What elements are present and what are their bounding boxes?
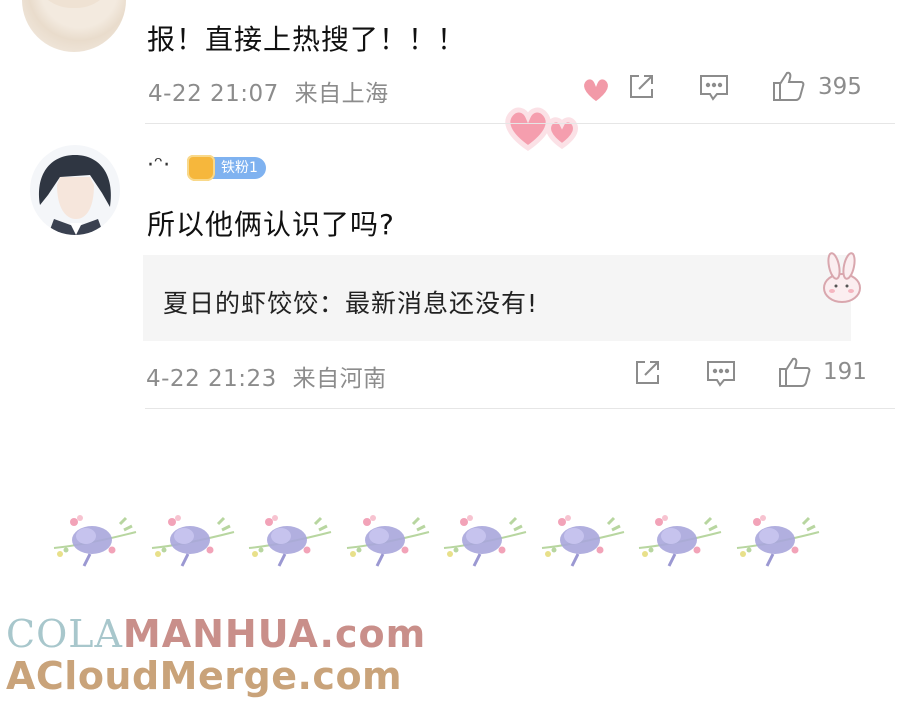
watermark-manhua: MANHUA.com [122, 612, 427, 656]
flower-divider-icon [245, 510, 335, 570]
commenter-avatar-1[interactable] [22, 0, 126, 52]
flower-divider-icon [50, 510, 140, 570]
comment-meta-2: 4-22 21:23 来自河南 [146, 359, 387, 393]
comment-text-1: 报！直接上热搜了！！！ [147, 23, 467, 56]
comment-location-2: 来自河南 [292, 366, 387, 392]
comment-time-2: 4-22 21:23 [146, 366, 277, 392]
flower-divider-icon [733, 510, 823, 570]
watermark-cola: COLA [6, 612, 123, 656]
reply-line: 夏日的虾饺饺：最新消息还没有! [163, 284, 538, 320]
comment-divider [145, 408, 895, 409]
share-icon[interactable] [626, 72, 656, 102]
flower-divider-icon [343, 510, 433, 570]
comment-text-2: 所以他俩认识了吗? [147, 208, 395, 241]
flower-divider-icon [148, 510, 238, 570]
like-icon[interactable] [771, 69, 807, 103]
watermark-line-1: COLAMANHUA.com [6, 612, 426, 656]
comment-time-1: 4-22 21:07 [148, 81, 279, 107]
watermark-line-2: ACloudMerge.com [6, 654, 403, 698]
fan-badge-label: 铁粉1 [209, 157, 266, 179]
comment-icon[interactable] [698, 72, 730, 102]
like-icon[interactable] [777, 355, 813, 389]
comment-meta-1: 4-22 21:07 来自上海 [148, 74, 389, 108]
username-2[interactable]: ·ᵔ· [147, 153, 170, 178]
crown-icon [187, 155, 215, 181]
comment-divider [145, 123, 895, 124]
share-icon[interactable] [632, 358, 662, 388]
reply-text: 最新消息还没有! [345, 289, 539, 318]
like-count-2: 191 [823, 359, 867, 385]
bunny-sticker-icon [818, 252, 866, 308]
flower-divider-icon [635, 510, 725, 570]
commenter-avatar-2[interactable] [30, 145, 120, 235]
like-count-1: 395 [818, 74, 862, 100]
flower-divider-icon [440, 510, 530, 570]
heart-sticker-icon [502, 98, 592, 158]
comment-location-1: 来自上海 [294, 81, 389, 107]
reply-author[interactable]: 夏日的虾饺饺： [163, 289, 345, 318]
reply-preview[interactable]: 夏日的虾饺饺：最新消息还没有! [143, 255, 851, 341]
fan-badge[interactable]: 铁粉1 [187, 154, 266, 182]
comment-icon[interactable] [705, 358, 737, 388]
flower-divider-icon [538, 510, 628, 570]
